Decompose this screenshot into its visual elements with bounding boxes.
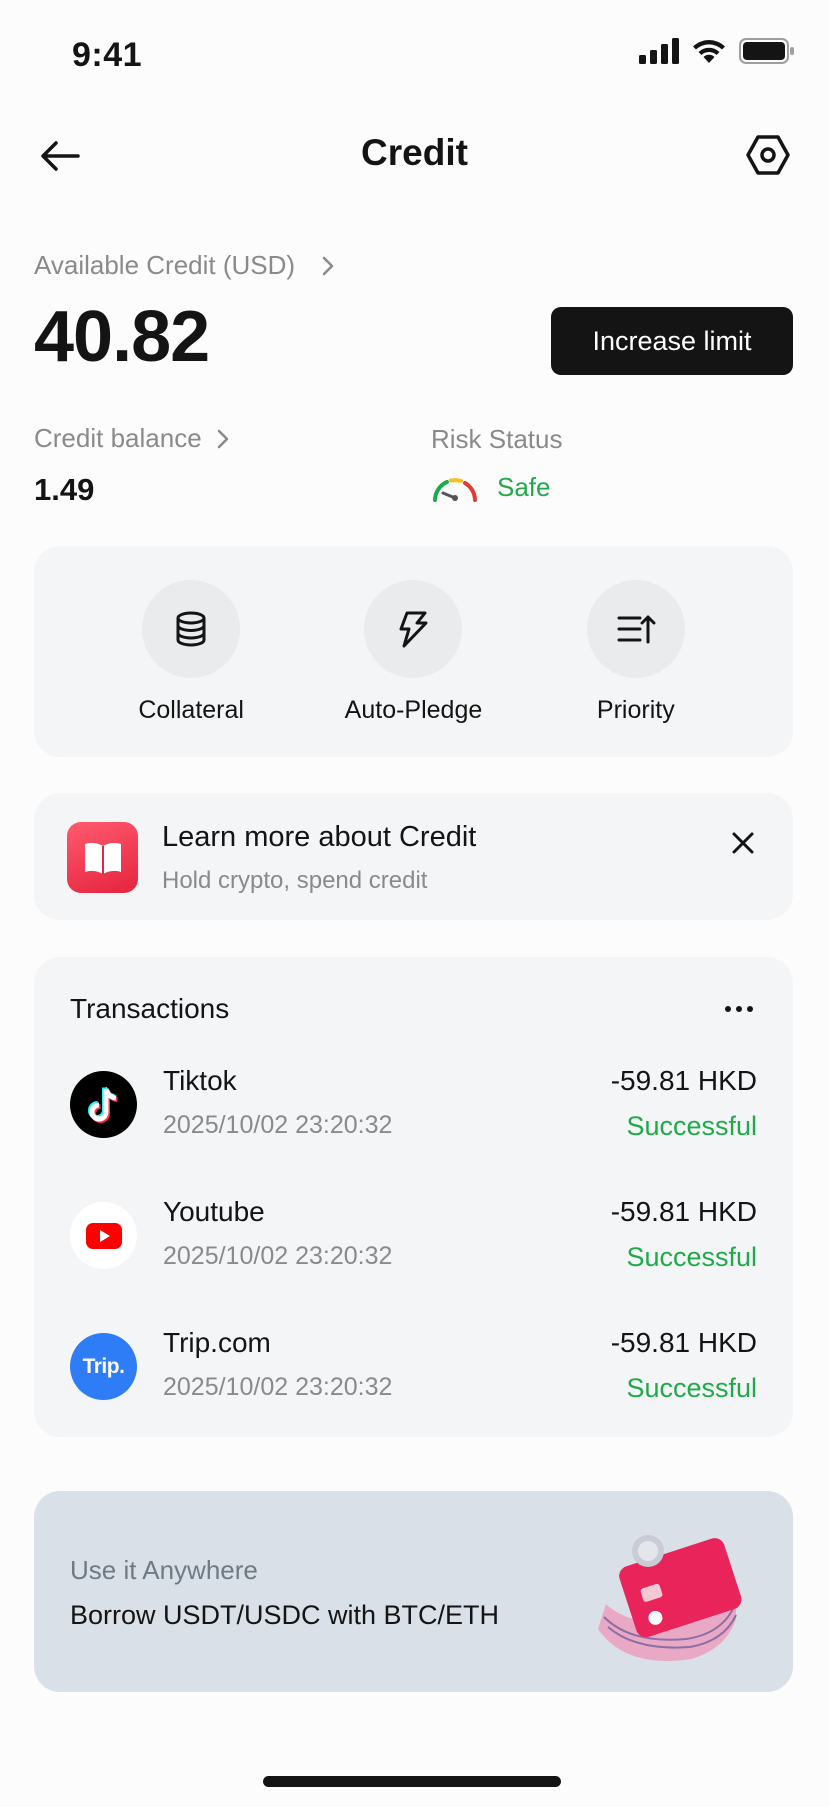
auto-pledge-label: Auto-Pledge <box>344 696 483 724</box>
transactions-card: Transactions Tiktok 2025/10/02 23:20:32 … <box>34 957 793 1437</box>
transaction-status: Successful <box>626 1373 757 1403</box>
credit-actions: Collateral Auto-Pledge Priority <box>34 546 793 757</box>
chevron-right-icon <box>322 256 334 275</box>
credit-balance-label: Credit balance <box>34 423 202 453</box>
trip-logo-text: Trip. <box>82 1354 125 1378</box>
collateral-label: Collateral <box>138 696 244 724</box>
sort-priority-icon <box>617 615 656 644</box>
more-button[interactable] <box>719 999 759 1019</box>
transaction-amount: -59.81 HKD <box>610 1196 757 1227</box>
status-icons <box>639 38 795 64</box>
youtube-logo <box>70 1202 137 1269</box>
chevron-right-icon <box>217 429 228 448</box>
close-icon <box>732 832 754 854</box>
collateral-action[interactable]: Collateral <box>91 580 291 757</box>
database-icon <box>176 611 206 647</box>
learn-more-title: Learn more about Credit <box>162 821 477 853</box>
card-wallet-illustration <box>598 1535 742 1661</box>
transactions-title: Transactions <box>70 993 230 1024</box>
transaction-date: 2025/10/02 23:20:32 <box>163 1111 393 1139</box>
priority-icon-circle <box>586 580 685 678</box>
transaction-date: 2025/10/02 23:20:32 <box>163 1242 393 1270</box>
auto-pledge-icon-circle <box>364 580 463 678</box>
tiktok-logo <box>70 1071 137 1138</box>
transaction-row[interactable]: Youtube 2025/10/02 23:20:32 -59.81 HKD S… <box>70 1196 757 1286</box>
back-button[interactable] <box>38 134 82 178</box>
transaction-row[interactable]: Tiktok 2025/10/02 23:20:32 -59.81 HKD Su… <box>70 1065 757 1155</box>
available-credit-link[interactable]: Available Credit (USD) <box>34 250 335 281</box>
available-credit-value: 40.82 <box>34 297 210 377</box>
credit-balance-value: 1.49 <box>34 472 95 507</box>
available-credit-label: Available Credit (USD) <box>34 250 296 280</box>
home-indicator[interactable] <box>263 1776 561 1787</box>
settings-hexagon-icon <box>746 135 790 175</box>
transaction-status: Successful <box>626 1111 757 1141</box>
close-banner-button[interactable] <box>723 823 763 863</box>
auto-pledge-action[interactable]: Auto-Pledge <box>313 580 513 757</box>
lightning-icon <box>399 611 428 648</box>
priority-action[interactable]: Priority <box>536 580 736 757</box>
wifi-icon <box>693 40 725 63</box>
promo-subtitle: Use it Anywhere <box>70 1555 258 1585</box>
learn-more-subtitle: Hold crypto, spend credit <box>162 867 428 894</box>
transaction-name: Youtube <box>163 1196 265 1227</box>
credit-balance-link[interactable]: Credit balance <box>34 423 230 454</box>
collateral-icon-circle <box>142 580 241 678</box>
transaction-date: 2025/10/02 23:20:32 <box>163 1373 393 1401</box>
risk-status-value: Safe <box>497 472 551 502</box>
transaction-status: Successful <box>626 1242 757 1272</box>
risk-gauge-icon <box>433 477 477 502</box>
arrow-left-icon <box>41 141 80 171</box>
transaction-name: Trip.com <box>163 1327 271 1358</box>
promo-title: Borrow USDT/USDC with BTC/ETH <box>70 1600 500 1630</box>
transaction-amount: -59.81 HKD <box>610 1065 757 1096</box>
increase-limit-button[interactable]: Increase limit <box>551 307 793 375</box>
transaction-row[interactable]: Trip. Trip.com 2025/10/02 23:20:32 -59.8… <box>70 1327 757 1417</box>
priority-label: Priority <box>596 696 675 724</box>
signal-icon <box>639 38 679 64</box>
more-dots-icon <box>725 1006 753 1012</box>
risk-status-label: Risk Status <box>431 424 563 454</box>
book-icon <box>67 822 138 893</box>
trip-logo: Trip. <box>70 1333 137 1400</box>
risk-status: Safe <box>431 472 551 503</box>
page-title: Credit <box>361 132 468 173</box>
transaction-name: Tiktok <box>163 1065 237 1096</box>
promo-banner[interactable]: Use it Anywhere Borrow USDT/USDC with BT… <box>34 1491 793 1692</box>
battery-icon <box>739 38 794 64</box>
settings-button[interactable] <box>745 132 791 178</box>
learn-more-banner[interactable]: Learn more about Credit Hold crypto, spe… <box>34 793 793 920</box>
status-time: 9:41 <box>72 36 143 74</box>
transaction-amount: -59.81 HKD <box>610 1327 757 1358</box>
